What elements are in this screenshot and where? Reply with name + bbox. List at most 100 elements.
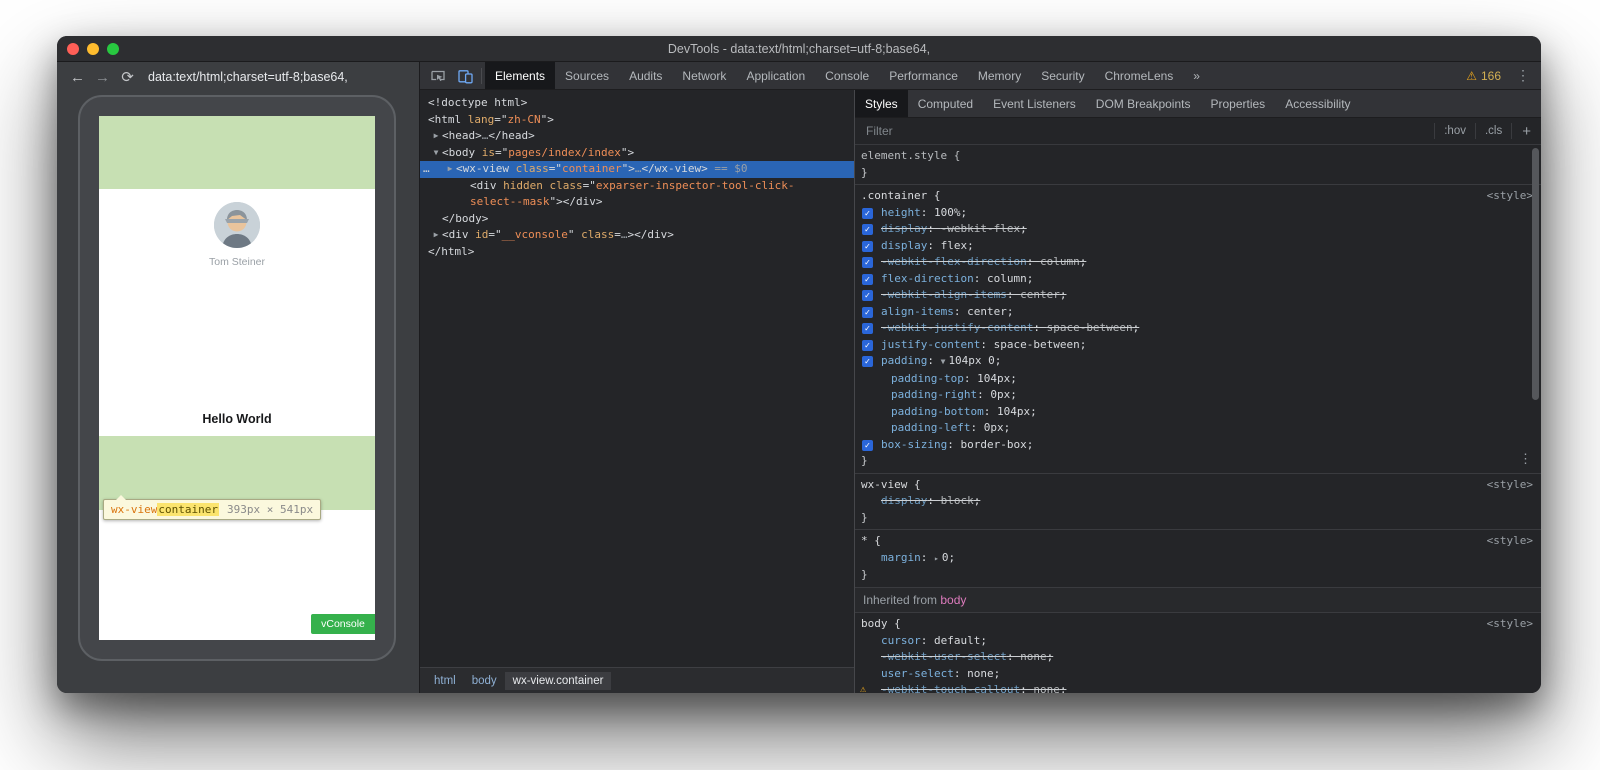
warning-icon[interactable]: ⚠ [1466,69,1477,83]
property-checkbox[interactable]: ✓ [862,241,873,252]
css-property-row[interactable]: ✓display: -webkit-flex; [855,221,1541,238]
dom-node-line[interactable]: ▶<head>…</head> [420,128,854,145]
tab-network[interactable]: Network [672,62,736,89]
stylesheet-link[interactable]: <style> [1487,477,1533,494]
dom-node-line[interactable]: ▼<body is="pages/index/index"> [420,145,854,162]
property-checkbox[interactable]: ✓ [862,257,873,268]
property-name[interactable]: user-select [881,667,954,680]
property-name[interactable]: padding-top [891,372,964,385]
tab-chromelens[interactable]: ChromeLens [1095,62,1184,89]
property-name[interactable]: justify-content [881,338,980,351]
tab-audits[interactable]: Audits [619,62,672,89]
property-checkbox[interactable]: ✓ [862,208,873,219]
property-name[interactable]: align-items [881,305,954,318]
dom-node-line[interactable]: …▶<wx-view class="container">…</wx-view>… [420,161,854,178]
node-menu-ellipsis[interactable]: … [423,161,430,178]
breadcrumb-wx-view-container[interactable]: wx-view.container [505,672,612,690]
property-checkbox[interactable]: ✓ [862,224,873,235]
sidebar-tab-properties[interactable]: Properties [1200,90,1275,117]
css-property-row[interactable]: ✓-webkit-justify-content: space-between; [855,320,1541,337]
minimize-button[interactable] [87,43,99,55]
css-property-row[interactable]: ✓align-items: center; [855,304,1541,321]
dom-node-line[interactable]: </html> [420,244,854,261]
property-value[interactable]: column [987,272,1027,285]
property-checkbox[interactable]: ✓ [862,340,873,351]
twisty-icon[interactable]: ▼ [431,145,441,162]
property-value[interactable]: border-box [960,438,1026,451]
device-toolbar-button[interactable] [451,62,478,89]
property-name[interactable]: height [881,206,921,219]
tab-memory[interactable]: Memory [968,62,1031,89]
property-name[interactable]: -webkit-user-select [881,650,1007,663]
css-property-row[interactable]: ✓box-sizing: border-box; [855,437,1541,454]
sidebar-tab-computed[interactable]: Computed [908,90,983,117]
twisty-icon[interactable]: ▶ [431,227,441,244]
property-name[interactable]: padding-bottom [891,405,984,418]
property-name[interactable]: -webkit-align-items [881,288,1007,301]
dom-node-line[interactable]: ▶<div id="__vconsole" class=…></div> [420,227,854,244]
css-property-row[interactable]: user-select: none; [855,666,1541,683]
toggle-element-classes-button[interactable]: .cls [1475,123,1511,139]
address-bar[interactable]: data:text/html;charset=utf-8;base64, [148,70,348,84]
property-name[interactable]: padding [881,354,927,367]
breadcrumb-html[interactable]: html [426,672,464,690]
stylesheet-link[interactable]: <style> [1487,188,1533,205]
css-property-row[interactable]: display: block; [855,493,1541,510]
property-name[interactable]: display [881,494,927,507]
tab-sources[interactable]: Sources [555,62,619,89]
dom-node-line[interactable]: <div hidden class="exparser-inspector-to… [420,178,854,195]
tab-security[interactable]: Security [1031,62,1094,89]
stylesheet-link[interactable]: <style> [1487,616,1533,633]
property-checkbox[interactable]: ✓ [862,356,873,367]
property-value[interactable]: none [1020,650,1047,663]
property-value[interactable]: 0px [984,421,1004,434]
css-property-row[interactable]: ⚠-webkit-touch-callout: none; [855,682,1541,693]
dom-node-line[interactable]: <!doctype html> [420,95,854,112]
rule-selector[interactable]: element.style { [861,149,960,162]
property-checkbox[interactable]: ✓ [862,440,873,451]
property-name[interactable]: -webkit-justify-content [881,321,1033,334]
property-value[interactable]: center [967,305,1007,318]
property-value[interactable]: 104px [997,405,1030,418]
property-value[interactable]: center [1020,288,1060,301]
css-property-row[interactable]: cursor: default; [855,633,1541,650]
css-property-row[interactable]: margin: ▸0; [855,550,1541,568]
vconsole-button[interactable]: vConsole [311,614,375,634]
tab-application[interactable]: Application [736,62,815,89]
property-name[interactable]: box-sizing [881,438,947,451]
dom-node-line[interactable]: </body> [420,211,854,228]
css-property-row[interactable]: padding-left: 0px; [855,420,1541,437]
section-menu-icon[interactable]: ⋮ [1519,452,1532,469]
property-value[interactable]: none [967,667,994,680]
dom-node-line[interactable]: select--mask"></div> [420,194,854,211]
rule-selector[interactable]: body { [861,617,901,630]
sidebar-tab-event-listeners[interactable]: Event Listeners [983,90,1086,117]
tab-console[interactable]: Console [815,62,879,89]
css-property-row[interactable]: ✓-webkit-flex-direction: column; [855,254,1541,271]
dom-node-line[interactable]: <html lang="zh-CN"> [420,112,854,129]
shorthand-expand-icon[interactable]: ▼ [941,357,946,366]
property-name[interactable]: -webkit-touch-callout [881,683,1020,693]
rule-selector[interactable]: wx-view { [861,478,921,491]
rule-selector[interactable]: * { [861,534,881,547]
property-checkbox[interactable]: ✓ [862,274,873,285]
property-value[interactable]: flex [941,239,968,252]
css-property-row[interactable]: ✓flex-direction: column; [855,271,1541,288]
property-value[interactable]: -webkit-flex [941,222,1020,235]
sidebar-tab-styles[interactable]: Styles [855,90,908,117]
property-value[interactable]: 0px [990,388,1010,401]
css-property-row[interactable]: padding-bottom: 104px; [855,404,1541,421]
property-value[interactable]: default [934,634,980,647]
more-tabs-button[interactable]: » [1183,62,1210,89]
css-property-row[interactable]: -webkit-user-select: none; [855,649,1541,666]
css-property-row[interactable]: ✓height: 100%; [855,205,1541,222]
property-name[interactable]: padding-right [891,388,977,401]
devtools-menu-icon[interactable]: ⋮ [1511,67,1535,84]
inspect-element-button[interactable] [424,62,451,89]
inherited-node-link[interactable]: body [940,593,966,607]
property-checkbox[interactable]: ✓ [862,290,873,301]
property-value[interactable]: 104px [977,372,1010,385]
property-value[interactable]: 104px 0 [948,354,994,367]
property-value[interactable]: 100% [934,206,961,219]
shorthand-expand-icon[interactable]: ▸ [934,554,939,563]
